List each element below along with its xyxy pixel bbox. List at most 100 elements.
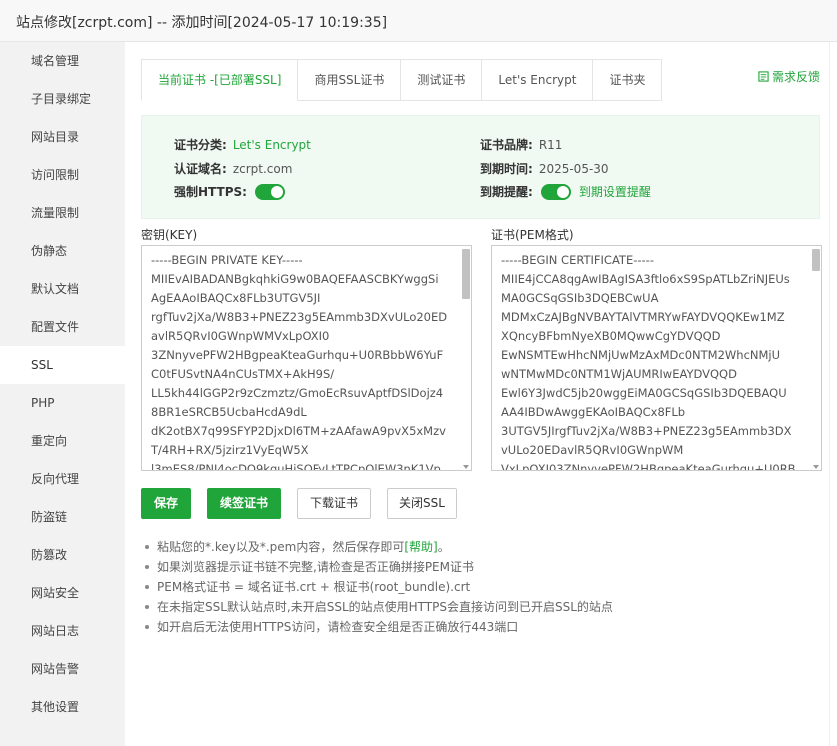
textarea-line: avlR5QRvI0GWnpWMVxLpOXI0 bbox=[151, 329, 330, 343]
force-https-row: 强制HTTPS: bbox=[174, 183, 285, 200]
textarea-line: MIIEvAIBADANBgkqhkiG9w0BAQEFAASCBKYwggSi bbox=[151, 272, 439, 286]
sidebar-item[interactable]: 流量限制 bbox=[0, 194, 125, 232]
cert-expire-value: 2025-05-30 bbox=[538, 161, 609, 176]
textarea-line: 3ZNnyvePFW2HBgpeaKteaGurhqu+U0RBbbW6YuF bbox=[151, 348, 444, 362]
download-cert-button[interactable]: 下载证书 bbox=[297, 488, 371, 519]
sidebar-item[interactable]: 防篡改 bbox=[0, 536, 125, 574]
force-https-key: 强制HTTPS: bbox=[174, 185, 247, 199]
cert-textarea-scrollbar[interactable] bbox=[812, 247, 820, 469]
textarea-line: T/4RH+RX/5jzirz1VyEqW5X bbox=[151, 443, 309, 457]
cert-category-value: Let's Encrypt bbox=[232, 137, 311, 152]
textarea-line: l3mES8/PNJ4ocDQ9kguHiSQFyLtTPCpQlEW3nK1V… bbox=[151, 462, 441, 471]
cert-info-box: 证书分类: Let's Encrypt 证书品牌: R11 认证域名: zcrp… bbox=[141, 115, 820, 219]
sidebar-item[interactable]: 防盗链 bbox=[0, 498, 125, 536]
textarea-line: 3UTGV5JIrgfTuv2jXa/W8B3+PNEZ23g5EAmmb3DX bbox=[501, 424, 792, 438]
cert-domain-value: zcrpt.com bbox=[232, 161, 293, 176]
cert-brand-row: 证书品牌: R11 bbox=[480, 136, 562, 153]
bullet-icon bbox=[145, 565, 149, 569]
textarea-line: -----BEGIN PRIVATE KEY----- bbox=[151, 253, 303, 267]
cert-expire-key: 到期时间: bbox=[480, 162, 533, 176]
tip-tail: 。 bbox=[437, 540, 450, 554]
save-button[interactable]: 保存 bbox=[141, 488, 191, 519]
tip-text: 如开启后无法使用HTTPS访问，请检查安全组是否正确放行443端口 bbox=[157, 620, 519, 634]
private-key-textarea[interactable]: -----BEGIN PRIVATE KEY----- MIIEvAIBADANB… bbox=[141, 245, 472, 471]
expire-remind-toggle[interactable] bbox=[540, 183, 571, 200]
key-textarea-scrollbar[interactable] bbox=[462, 247, 470, 469]
tip-text: 在未指定SSL默认站点时,未开启SSL的站点使用HTTPS会直接访问到已开启SS… bbox=[157, 600, 613, 614]
cert-category-row: 证书分类: Let's Encrypt bbox=[174, 136, 311, 153]
help-link[interactable]: [帮助] bbox=[404, 537, 437, 557]
renew-cert-button[interactable]: 续签证书 bbox=[207, 488, 281, 519]
sidebar-item[interactable]: SSL bbox=[0, 346, 125, 384]
tip-text: 如果浏览器提示证书链不完整,请检查是否正确拼接PEM证书 bbox=[157, 560, 474, 574]
sidebar-item[interactable]: 域名管理 bbox=[0, 42, 125, 80]
tab[interactable]: 测试证书 bbox=[401, 59, 483, 101]
cert-domain-row: 认证域名: zcrpt.com bbox=[174, 160, 292, 177]
sidebar-item[interactable]: PHP bbox=[0, 384, 125, 422]
force-https-toggle[interactable] bbox=[254, 183, 285, 200]
textarea-line: MA0GCSqGSIb3DQEBCwUA bbox=[501, 291, 659, 305]
sidebar-item[interactable]: 子目录绑定 bbox=[0, 80, 125, 118]
textarea-line: vULo20EDavlR5QRvI0GWnpWM bbox=[501, 443, 684, 457]
scroll-down-arrow-icon[interactable] bbox=[463, 465, 469, 469]
tip-item: 粘贴您的*.key以及*.pem内容，然后保存即可 [帮助]。 bbox=[145, 537, 613, 557]
sidebar-item[interactable]: 重定向 bbox=[0, 422, 125, 460]
textarea-line: C0tFUSvtNA4nCUsTMX+AkH9S/ bbox=[151, 367, 335, 381]
cert-field-label: 证书(PEM格式) bbox=[491, 228, 574, 242]
textarea-line: MIIE4jCCA8qgAwIBAgISA3ftlo6xS9SpATLbZriN… bbox=[501, 272, 790, 286]
sidebar-item[interactable]: 网站告警 bbox=[0, 650, 125, 688]
textarea-line: AA4IBDwAwggEKAoIBAQCx8FLb bbox=[501, 405, 686, 419]
textarea-line: MDMxCzAJBgNVBAYTAlVTMRYwFAYDVQQKEw1MZ bbox=[501, 310, 785, 324]
expire-remind-row: 到期提醒: 到期设置提醒 bbox=[480, 183, 651, 200]
tab[interactable]: 商用SSL证书 bbox=[298, 59, 402, 101]
textarea-line: rgfTuv2jXa/W8B3+PNEZ23g5EAmmb3DXvULo20ED bbox=[151, 310, 448, 324]
textarea-line: wNTMwMDc0NTM1WjAUMRIwEAYDVQQD bbox=[501, 367, 737, 381]
cert-brand-value: R11 bbox=[538, 137, 563, 152]
cert-category-key: 证书分类: bbox=[174, 138, 227, 152]
textarea-line: Ewl6Y3JwdC5jb20wggEiMA0GCSqGSIb3DQEBAQU bbox=[501, 386, 787, 400]
tab[interactable]: Let's Encrypt bbox=[482, 59, 594, 101]
bullet-icon bbox=[145, 545, 149, 549]
tip-item: PEM格式证书 = 域名证书.crt + 根证书(root_bundle).cr… bbox=[145, 577, 613, 597]
sidebar-item[interactable]: 默认文档 bbox=[0, 270, 125, 308]
sidebar-item[interactable]: 配置文件 bbox=[0, 308, 125, 346]
tip-item: 在未指定SSL默认站点时,未开启SSL的站点使用HTTPS会直接访问到已开启SS… bbox=[145, 597, 613, 617]
tab[interactable]: 当前证书 -[已部署SSL] bbox=[141, 59, 299, 101]
ssl-tabs: 当前证书 -[已部署SSL] 商用SSL证书 测试证书 Let's Encrypt 证书… bbox=[141, 59, 663, 101]
textarea-line: dK2otBX7q99SFYP2DjxDl6TM+zAAfawA9pvX5xMz… bbox=[151, 424, 446, 438]
bullet-icon bbox=[145, 625, 149, 629]
sidebar-item[interactable]: 网站目录 bbox=[0, 118, 125, 156]
cert-brand-key: 证书品牌: bbox=[480, 138, 533, 152]
cert-scroll-thumb[interactable] bbox=[812, 249, 820, 271]
key-scroll-thumb[interactable] bbox=[462, 249, 470, 299]
sidebar-item[interactable]: 其他设置 bbox=[0, 688, 125, 726]
window-right-edge bbox=[829, 42, 837, 746]
tip-text: PEM格式证书 = 域名证书.crt + 根证书(root_bundle).cr… bbox=[157, 580, 471, 594]
sidebar-item[interactable]: 伪静态 bbox=[0, 232, 125, 270]
tip-text: 粘贴您的*.key以及*.pem内容，然后保存即可 bbox=[157, 540, 405, 554]
close-ssl-button[interactable]: 关闭SSL bbox=[387, 488, 457, 519]
expire-remind-settings-link[interactable]: 到期设置提醒 bbox=[579, 183, 651, 200]
textarea-line: LL5kh44lGGP2r9zCzmztz/GmoEcRsuvAptfDSlDo… bbox=[151, 386, 444, 400]
textarea-line: 8BR1eSRCB5UcbaHcdA9dL bbox=[151, 405, 307, 419]
textarea-line: XQncyBFbmNyeXB0MQwwCgYDVQQD bbox=[501, 329, 721, 343]
main-panel: 当前证书 -[已部署SSL] 商用SSL证书 测试证书 Let's Encrypt 证书… bbox=[125, 42, 829, 746]
bullet-icon bbox=[145, 605, 149, 609]
sidebar-item[interactable]: 网站安全 bbox=[0, 574, 125, 612]
tab[interactable]: 证书夹 bbox=[593, 59, 663, 101]
scroll-down-arrow-icon[interactable] bbox=[813, 465, 819, 469]
window-title: 站点修改[zcrpt.com] -- 添加时间[2024-05-17 10:19… bbox=[16, 15, 388, 31]
textarea-line: VxLpOXI03ZNnyvePFW2HBgpeaKteaGurhqu+U0RB bbox=[501, 462, 796, 471]
sidebar-item[interactable]: 反向代理 bbox=[0, 460, 125, 498]
feedback-icon bbox=[758, 71, 769, 82]
sidebar-item[interactable]: 访问限制 bbox=[0, 156, 125, 194]
feedback-label: 需求反馈 bbox=[772, 70, 821, 84]
sidebar: 域名管理 子目录绑定 网站目录 访问限制 流量限制 伪静态 默认文档 配置文件 SSL PHP 重定… bbox=[0, 42, 125, 746]
expire-remind-key: 到期提醒: bbox=[480, 185, 533, 199]
textarea-line: AgEAAoIBAQCx8FLb3UTGV5JI bbox=[151, 291, 321, 305]
sidebar-item[interactable]: 网站日志 bbox=[0, 612, 125, 650]
certificate-textarea[interactable]: -----BEGIN CERTIFICATE----- MIIE4jCCA8qgA… bbox=[491, 245, 822, 471]
cert-expire-row: 到期时间: 2025-05-30 bbox=[480, 160, 609, 177]
feedback-link[interactable]: 需求反馈 bbox=[758, 68, 820, 85]
tip-item: 如果浏览器提示证书链不完整,请检查是否正确拼接PEM证书 bbox=[145, 557, 613, 577]
